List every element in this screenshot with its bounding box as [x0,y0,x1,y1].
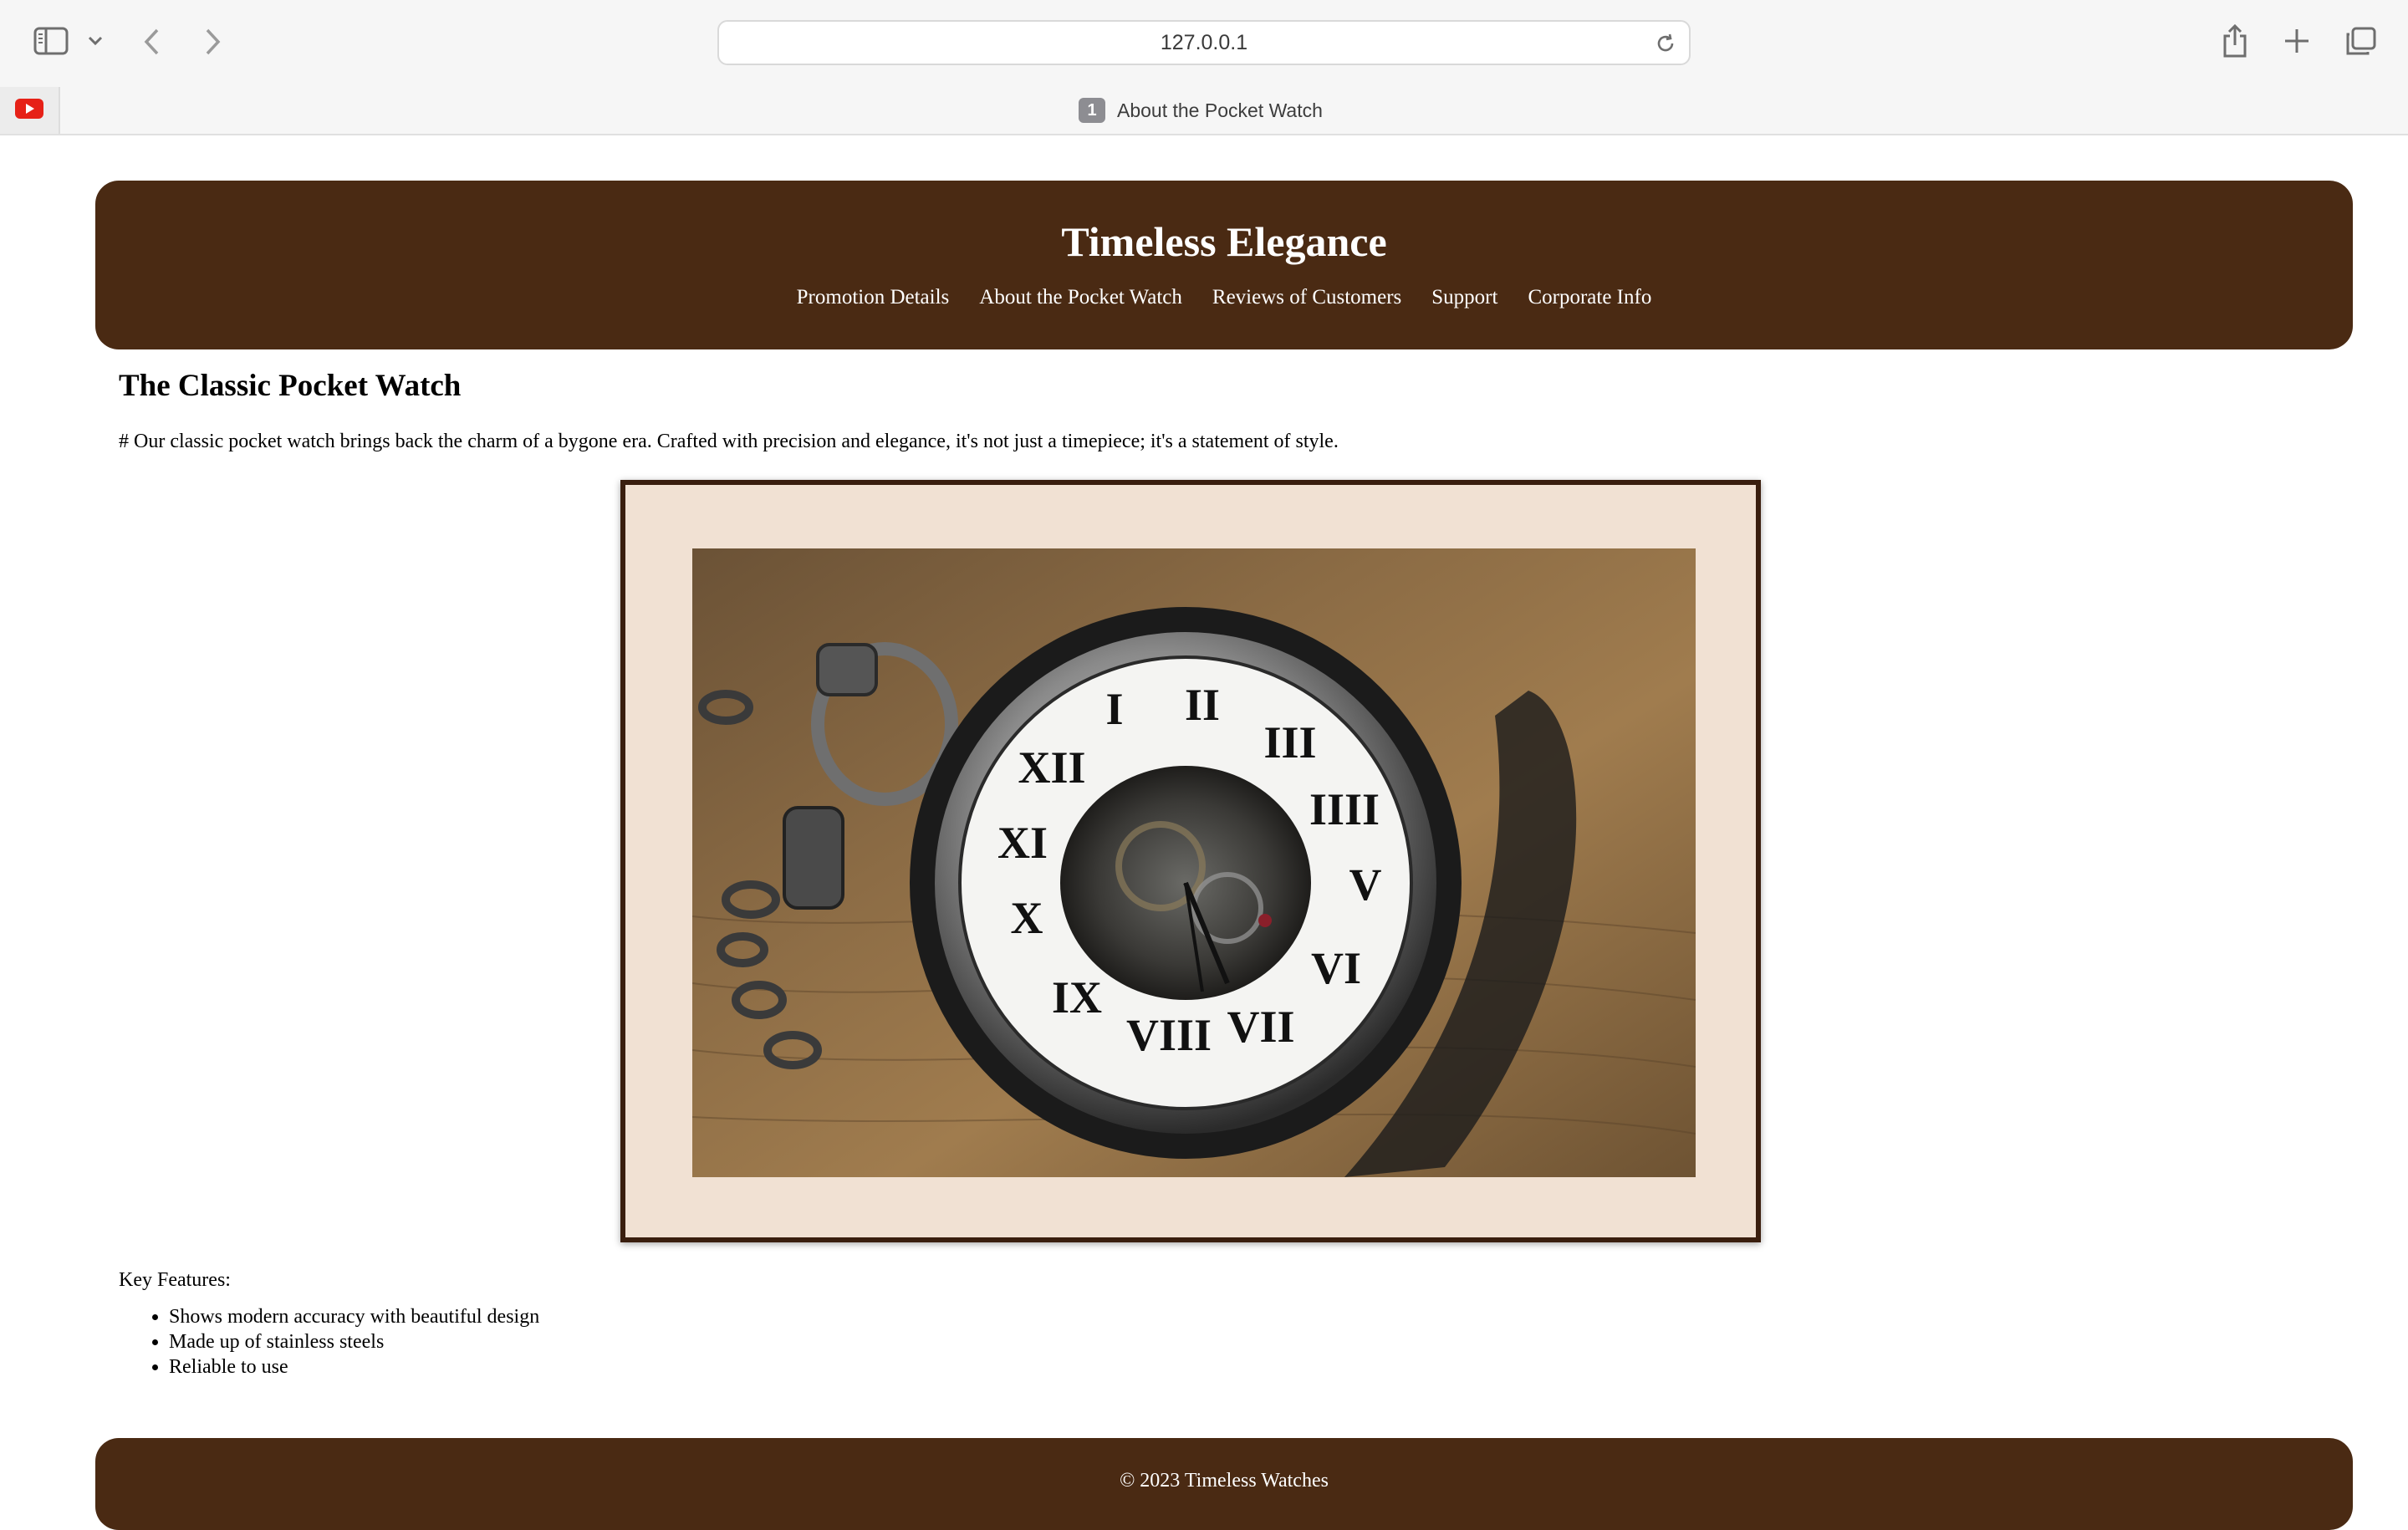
tab-count-badge: 1 [1079,98,1105,123]
features-list: Shows modern accuracy with beautiful des… [119,1304,539,1380]
tab-bar: 1 About the Pocket Watch [0,87,2408,135]
sidebar-icon[interactable] [33,27,69,55]
intro-text: # Our classic pocket watch brings back t… [119,431,1339,452]
address-bar[interactable]: 127.0.0.1 [717,20,1691,65]
site-header: Timeless Elegance Promotion Details Abou… [95,181,2353,349]
chevron-down-icon[interactable] [87,35,104,47]
feature-item: Reliable to use [169,1354,539,1380]
svg-text:III: III [1263,717,1316,768]
new-tab-icon[interactable] [2283,27,2311,55]
feature-item: Made up of stainless steels [169,1329,539,1354]
site-title: Timeless Elegance [1061,218,1387,265]
browser-toolbar: 127.0.0.1 [0,0,2408,87]
tab-overview-icon[interactable] [2344,27,2376,57]
svg-text:XII: XII [1018,742,1085,793]
svg-text:V: V [1349,859,1382,910]
url-text: 127.0.0.1 [1160,30,1248,54]
image-frame: I II III IIII V VI VII VIII IX X XI XII [620,480,1761,1242]
site-footer: © 2023 Timeless Watches [95,1438,2353,1530]
feature-item: Shows modern accuracy with beautiful des… [169,1304,539,1329]
footer-copyright: © 2023 Timeless Watches [1120,1470,1329,1492]
svg-text:I: I [1105,684,1123,734]
youtube-icon [15,98,43,123]
forward-icon[interactable] [202,27,222,57]
svg-text:XI: XI [997,818,1048,868]
tab-title: About the Pocket Watch [1117,99,1323,121]
svg-text:II: II [1185,680,1220,730]
reload-icon[interactable] [1654,32,1677,61]
nav-about-pocket-watch[interactable]: About the Pocket Watch [979,286,1182,309]
main-content: The Classic Pocket Watch # Our classic p… [119,368,2334,453]
nav-support[interactable]: Support [1431,286,1497,309]
nav-promotion-details[interactable]: Promotion Details [797,286,950,309]
pinned-tab[interactable] [0,87,60,134]
svg-text:VI: VI [1311,943,1361,993]
features-label: Key Features: [119,1269,231,1291]
svg-text:X: X [1011,893,1043,943]
svg-text:VII: VII [1227,1002,1294,1052]
tab-active[interactable]: 1 About the Pocket Watch [1079,95,1323,125]
main-nav: Promotion Details About the Pocket Watch… [797,286,1652,309]
pocket-watch-image: I II III IIII V VI VII VIII IX X XI XII [692,548,1696,1177]
svg-text:VIII: VIII [1126,1010,1212,1060]
nav-reviews-of-customers[interactable]: Reviews of Customers [1212,286,1401,309]
page-title: The Classic Pocket Watch [119,369,462,403]
back-icon[interactable] [142,27,162,57]
nav-corporate-info[interactable]: Corporate Info [1528,286,1651,309]
share-icon[interactable] [2221,23,2249,59]
svg-text:IIII: IIII [1309,784,1380,834]
svg-text:IX: IX [1052,972,1102,1023]
